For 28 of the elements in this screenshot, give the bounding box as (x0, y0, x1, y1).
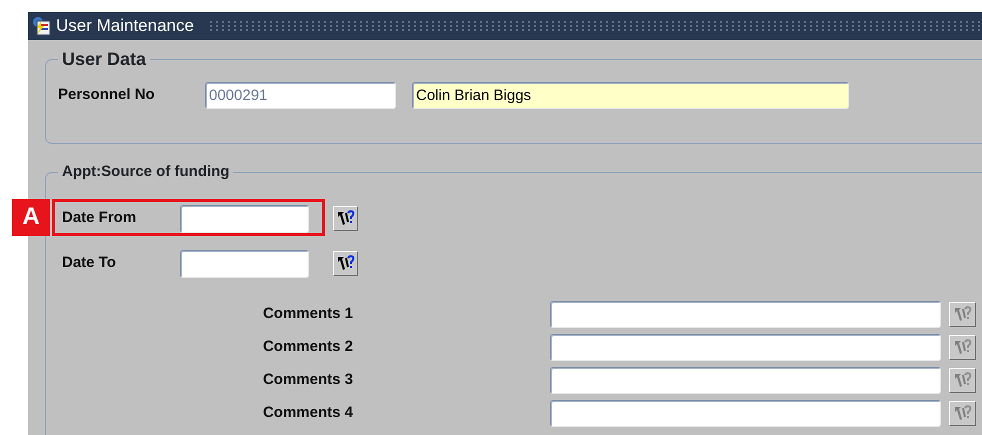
cursor-query-icon (336, 254, 355, 273)
field-label: Comments 4 (262, 402, 353, 423)
field-label: Personnel No (58, 85, 156, 106)
comment-field[interactable] (550, 334, 941, 360)
list-of-values-button[interactable] (333, 206, 358, 231)
group-title: Appt:Source of funding (61, 164, 230, 180)
field-label: Comments 1 (262, 304, 353, 324)
date-field[interactable] (180, 204, 309, 232)
list-of-values-button[interactable] (333, 251, 358, 276)
text-field[interactable]: Colin Brian Biggs (412, 82, 849, 109)
comment-field[interactable] (550, 400, 941, 426)
field-label: Date To (62, 253, 117, 274)
group-title: User Data (61, 50, 148, 70)
window-title: User Maintenance (56, 15, 194, 38)
field-label: Comments 2 (262, 336, 353, 357)
text-field[interactable]: 0000291 (205, 82, 396, 109)
cursor-query-icon (953, 304, 972, 324)
comment-field[interactable] (550, 300, 941, 328)
cursor-query-icon (953, 370, 972, 390)
app-icon (32, 16, 52, 36)
field-label: Comments 3 (262, 370, 353, 390)
cursor-query-icon (336, 209, 355, 228)
callout-label: A (12, 198, 50, 236)
field-label: Date From (62, 208, 138, 228)
comment-field[interactable] (550, 366, 941, 394)
date-field[interactable] (180, 250, 309, 278)
cursor-query-icon (953, 338, 972, 356)
cursor-query-icon (953, 404, 972, 422)
